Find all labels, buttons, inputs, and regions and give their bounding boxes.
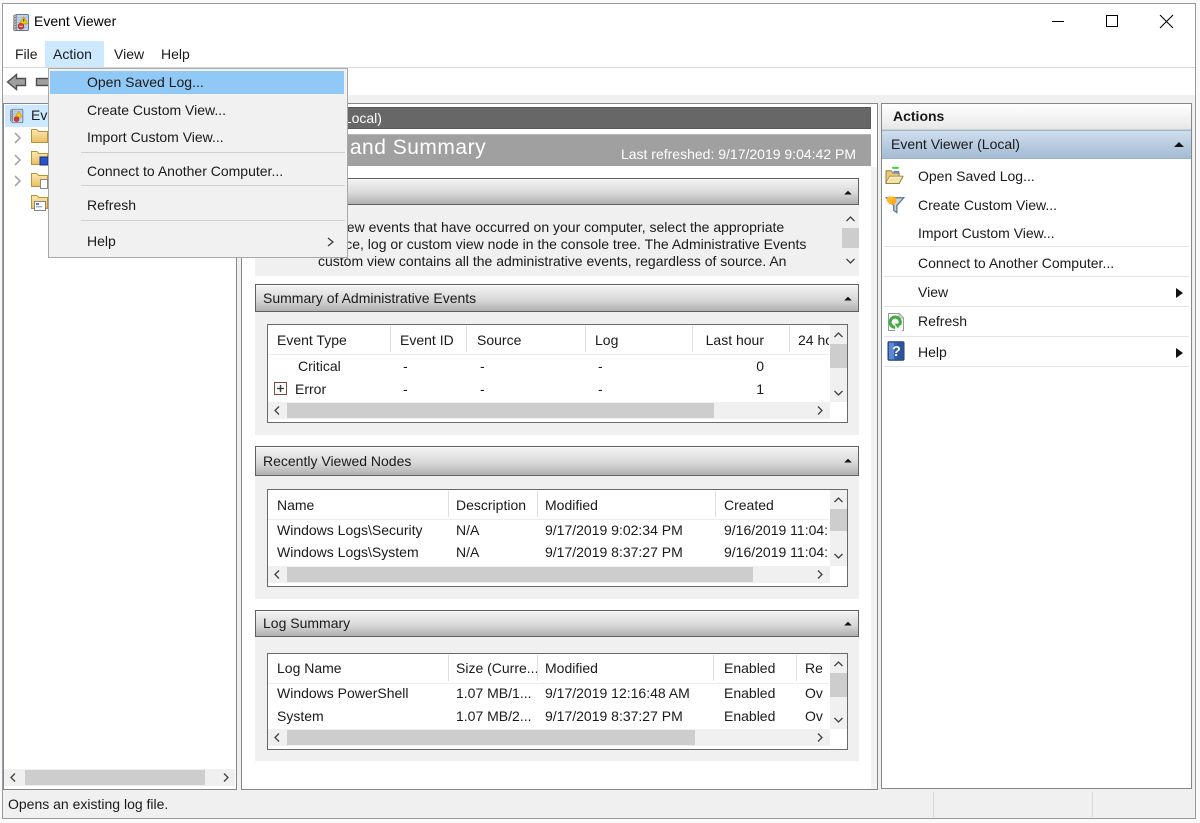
svg-text:?: ? — [892, 344, 901, 360]
